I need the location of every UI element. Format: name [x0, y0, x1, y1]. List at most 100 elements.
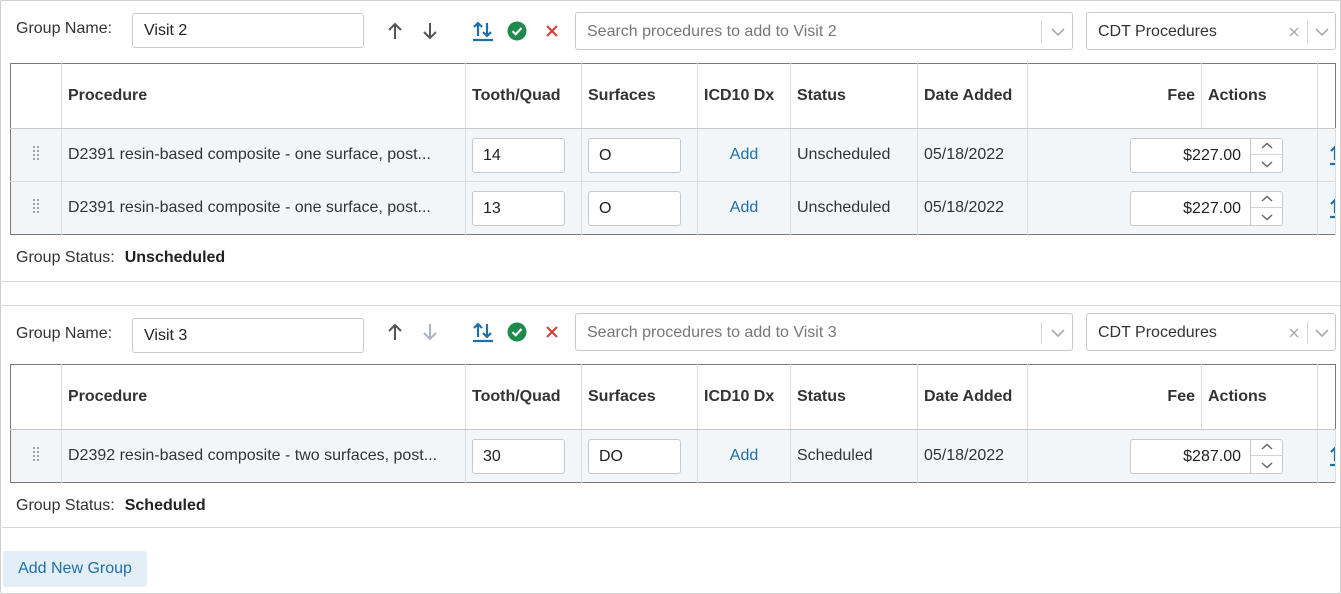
- procedure-cell: D2392 resin-based composite - two surfac…: [61, 429, 466, 483]
- add-icd10-link[interactable]: Add: [704, 146, 784, 164]
- arrow-up-icon[interactable]: [385, 21, 405, 41]
- swap-icon[interactable]: [1329, 445, 1335, 467]
- group-status-label: Group Status:: [16, 249, 115, 266]
- increment-icon[interactable]: [1251, 139, 1282, 155]
- group-status-value: Unscheduled: [124, 249, 226, 266]
- decrement-icon[interactable]: [1251, 156, 1282, 172]
- status-cell: Scheduled: [790, 429, 918, 483]
- fee-stepper: $227.00: [1128, 137, 1311, 173]
- status-cell: Unscheduled: [790, 181, 918, 235]
- date-cell: 05/18/2022: [917, 181, 1028, 235]
- decrement-icon[interactable]: [1251, 209, 1282, 225]
- search-placeholder: Search procedures to add to Visit 2: [587, 23, 837, 40]
- drag-handle-icon[interactable]: [10, 128, 62, 182]
- group-status-label: Group Status:: [16, 497, 115, 514]
- column-header-surfaces: Surfaces: [581, 364, 698, 430]
- check-circle-icon[interactable]: [506, 321, 528, 343]
- divider: [1041, 322, 1042, 344]
- column-header-date: Date Added: [917, 364, 1028, 430]
- fee-stepper: $287.00: [1128, 438, 1311, 474]
- group-status: Group Status: Unscheduled: [16, 249, 225, 267]
- drag-handle-icon[interactable]: [10, 429, 62, 483]
- swap-icon[interactable]: [471, 321, 495, 343]
- divider: [1307, 21, 1308, 43]
- column-header-actions: Actions: [1201, 63, 1318, 129]
- clear-icon[interactable]: [1286, 24, 1302, 40]
- surfaces-input[interactable]: O: [588, 137, 681, 173]
- table-row: D2391 resin-based composite - one surfac…: [10, 181, 1336, 235]
- fee-spinner: [1250, 137, 1283, 173]
- column-header-icd10: ICD10 Dx: [697, 364, 791, 430]
- table-header-row: Procedure Tooth/Quad Surfaces ICD10 Dx S…: [10, 364, 1336, 430]
- code-set-select[interactable]: CDT Procedures: [1086, 12, 1336, 50]
- surfaces-input[interactable]: O: [588, 190, 681, 226]
- column-header-procedure: Procedure: [61, 63, 466, 129]
- column-header-procedure: Procedure: [61, 364, 466, 430]
- date-cell: 05/18/2022: [917, 128, 1028, 182]
- surfaces-input[interactable]: DO: [588, 438, 681, 474]
- column-header-surfaces: Surfaces: [581, 63, 698, 129]
- column-header-tooth: Tooth/Quad: [465, 63, 582, 129]
- increment-icon[interactable]: [1251, 192, 1282, 208]
- group-name-input[interactable]: Visit 3: [132, 318, 364, 353]
- fee-input[interactable]: $227.00: [1130, 190, 1251, 226]
- column-header-date: Date Added: [917, 63, 1028, 129]
- table-row: D2391 resin-based composite - one surfac…: [10, 128, 1336, 182]
- fee-spinner: [1250, 190, 1283, 226]
- code-set-value: CDT Procedures: [1098, 23, 1217, 40]
- swap-icon[interactable]: [1329, 197, 1335, 219]
- increment-icon[interactable]: [1251, 440, 1282, 456]
- check-circle-icon[interactable]: [506, 20, 528, 42]
- search-placeholder: Search procedures to add to Visit 3: [587, 324, 837, 341]
- divider: [1307, 322, 1308, 344]
- chevron-down-icon[interactable]: [1049, 23, 1067, 41]
- decrement-icon[interactable]: [1251, 457, 1282, 473]
- group-status-value: Scheduled: [124, 497, 206, 514]
- column-header-fee: Fee: [1027, 364, 1202, 430]
- code-set-select[interactable]: CDT Procedures: [1086, 313, 1336, 351]
- add-new-group-button[interactable]: Add New Group: [3, 551, 147, 587]
- divider: [1041, 21, 1042, 43]
- tooth-input[interactable]: 14: [472, 137, 565, 173]
- group-name-label: Group Name:: [16, 20, 113, 37]
- group-toolbar: Group Name: Visit 3 Search procedures to…: [2, 306, 1340, 366]
- column-header-actions: Actions: [1201, 364, 1318, 430]
- column-header-status: Status: [790, 63, 918, 129]
- arrow-down-icon[interactable]: [420, 21, 440, 41]
- close-icon[interactable]: [542, 322, 562, 342]
- swap-icon[interactable]: [471, 20, 495, 42]
- clear-icon[interactable]: [1286, 325, 1302, 341]
- drag-column-header: [10, 364, 62, 430]
- chevron-down-icon[interactable]: [1313, 23, 1331, 41]
- procedure-groups-panel: Group Name: Visit 2 Search procedures to…: [0, 0, 1341, 594]
- procedure-cell: D2391 resin-based composite - one surfac…: [61, 181, 466, 235]
- fee-stepper: $227.00: [1128, 190, 1311, 226]
- group-name-label: Group Name:: [16, 325, 113, 342]
- code-set-value: CDT Procedures: [1098, 324, 1217, 341]
- column-header-icd10: ICD10 Dx: [697, 63, 791, 129]
- group-status: Group Status: Scheduled: [16, 497, 206, 515]
- filler-column: [1317, 63, 1336, 129]
- procedure-search-input[interactable]: Search procedures to add to Visit 3: [575, 313, 1073, 351]
- add-icd10-link[interactable]: Add: [704, 199, 784, 217]
- tooth-input[interactable]: 30: [472, 438, 565, 474]
- fee-input[interactable]: $287.00: [1130, 438, 1251, 474]
- group-toolbar: Group Name: Visit 2 Search procedures to…: [2, 1, 1340, 61]
- procedure-group: Group Name: Visit 3 Search procedures to…: [2, 305, 1340, 528]
- arrow-up-icon[interactable]: [385, 322, 405, 342]
- add-icd10-link[interactable]: Add: [704, 447, 784, 465]
- close-icon[interactable]: [542, 21, 562, 41]
- tooth-input[interactable]: 13: [472, 190, 565, 226]
- column-header-fee: Fee: [1027, 63, 1202, 129]
- procedure-cell: D2391 resin-based composite - one surfac…: [61, 128, 466, 182]
- chevron-down-icon[interactable]: [1049, 324, 1067, 342]
- table-header-row: Procedure Tooth/Quad Surfaces ICD10 Dx S…: [10, 63, 1336, 129]
- arrow-down-icon: [420, 322, 440, 342]
- procedure-search-input[interactable]: Search procedures to add to Visit 2: [575, 12, 1073, 50]
- procedures-table: Procedure Tooth/Quad Surfaces ICD10 Dx S…: [10, 63, 1336, 235]
- drag-handle-icon[interactable]: [10, 181, 62, 235]
- chevron-down-icon[interactable]: [1313, 324, 1331, 342]
- swap-icon[interactable]: [1329, 144, 1335, 166]
- group-name-input[interactable]: Visit 2: [132, 13, 364, 48]
- fee-input[interactable]: $227.00: [1130, 137, 1251, 173]
